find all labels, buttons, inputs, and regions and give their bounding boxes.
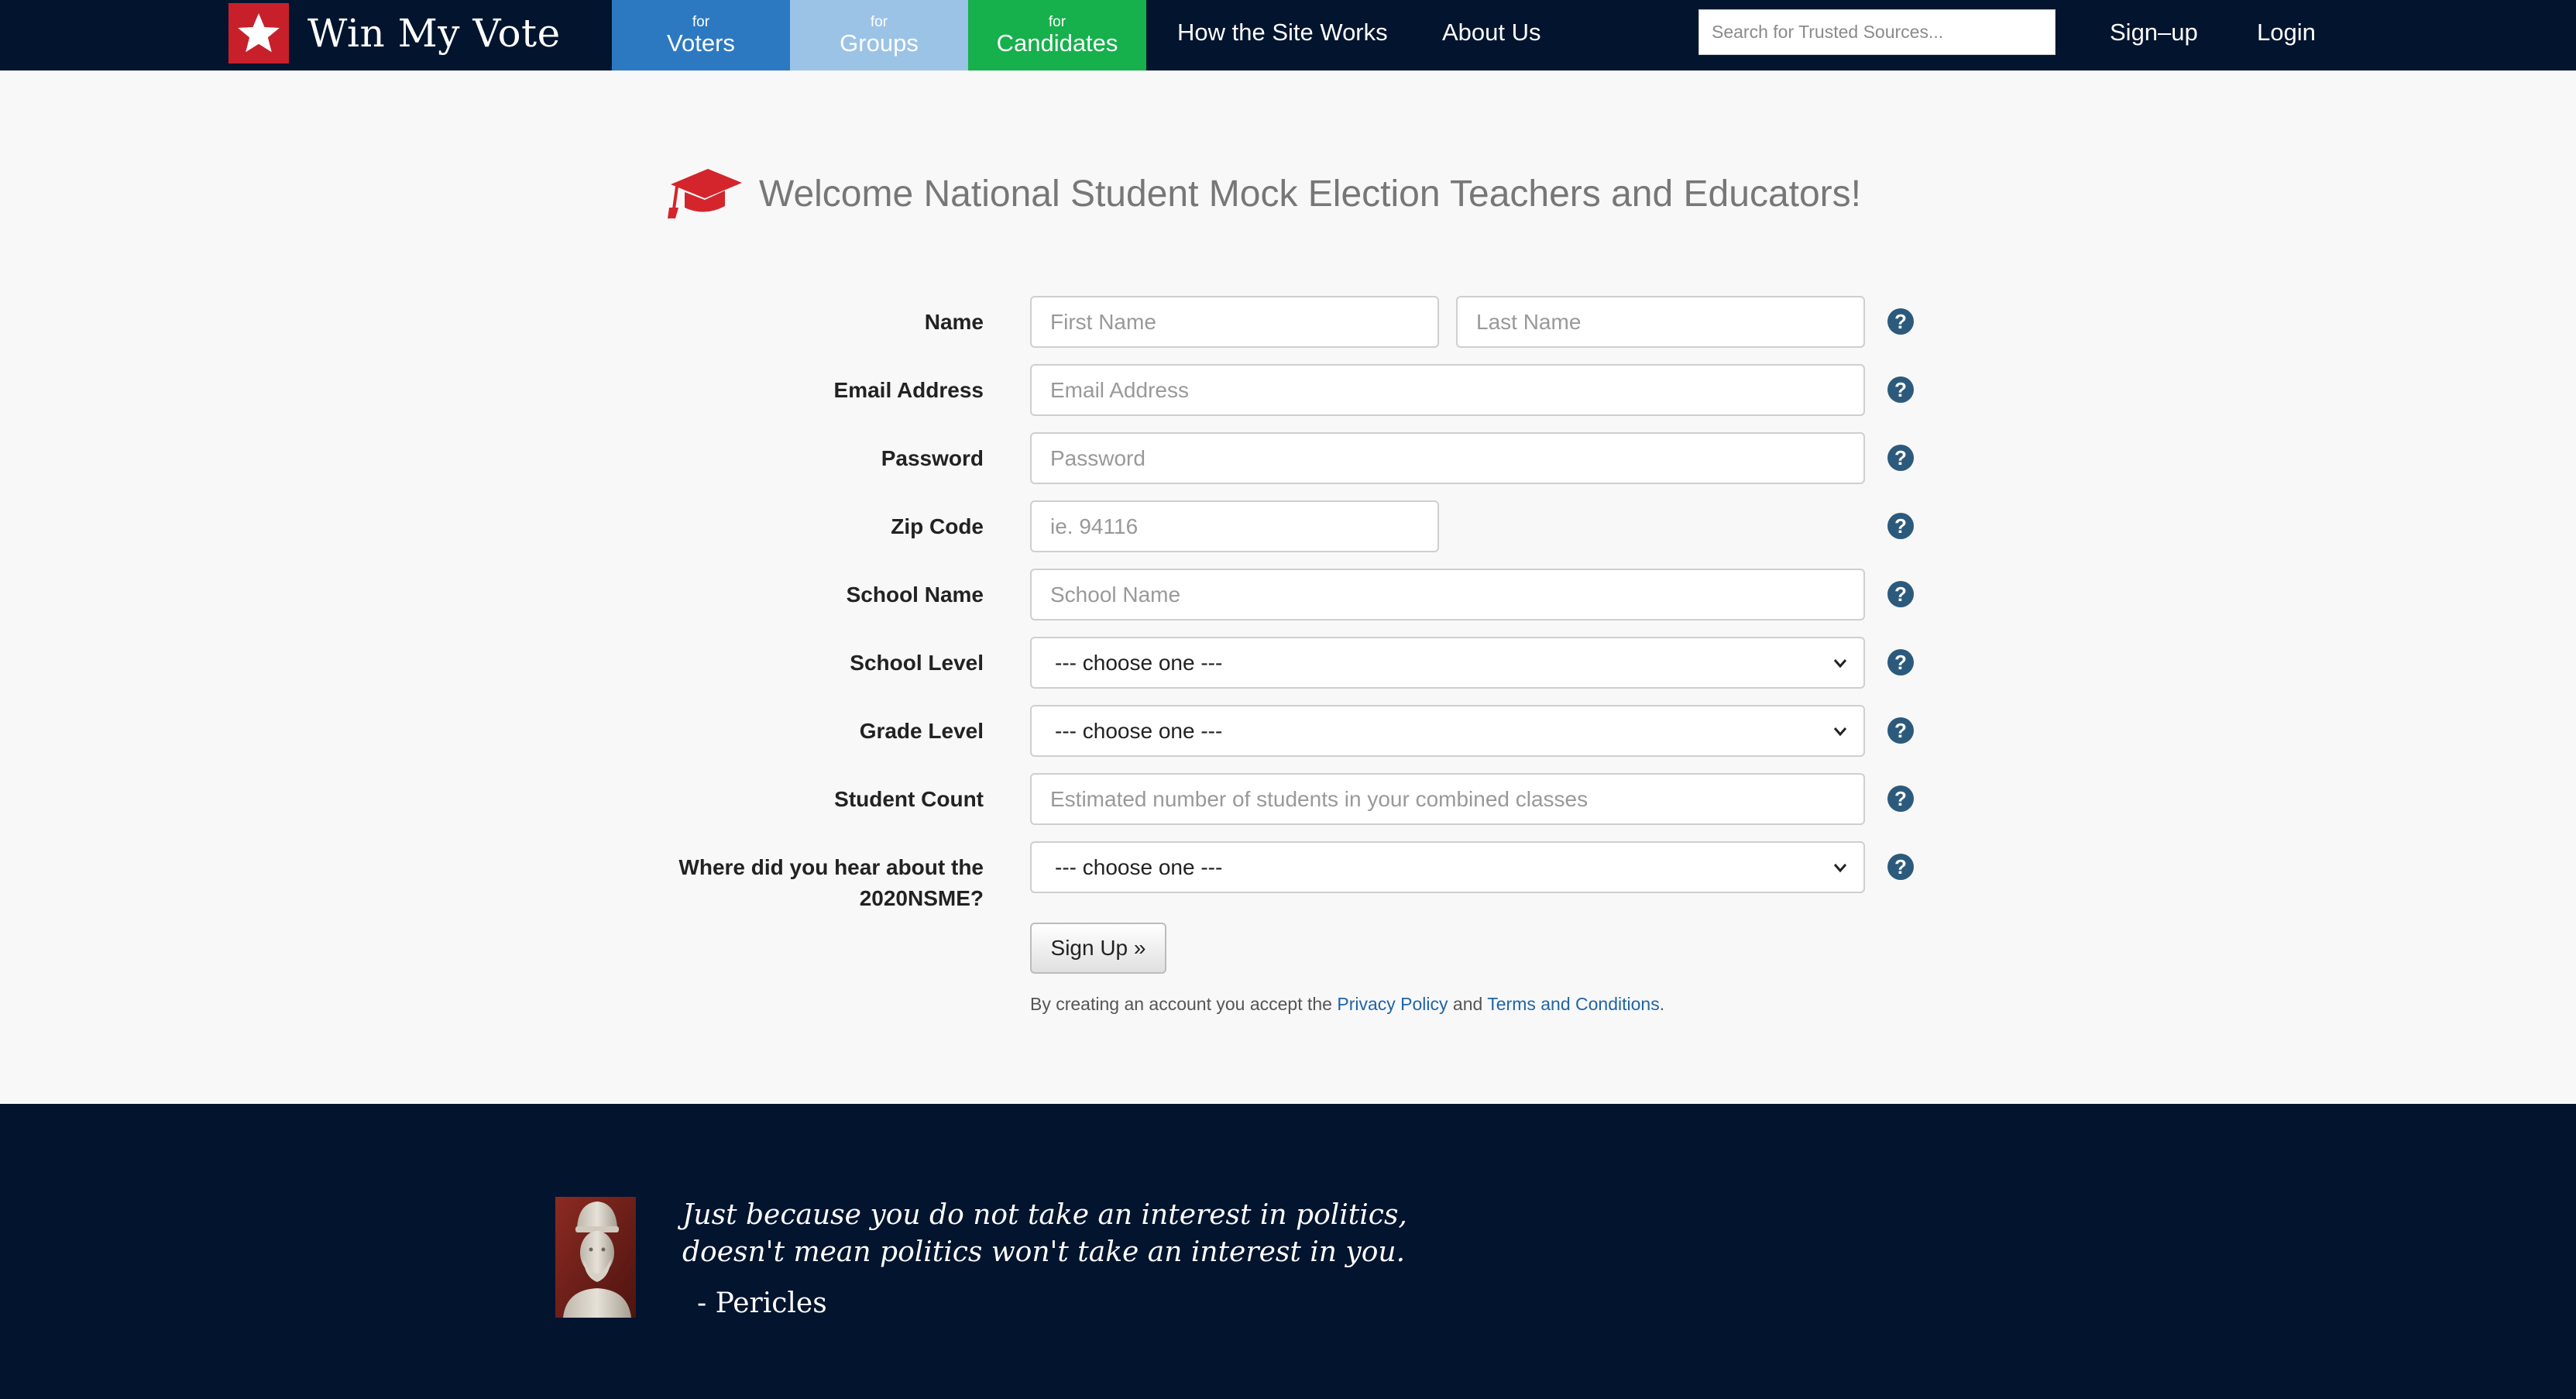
name-label: Name	[924, 310, 984, 334]
tab-voters[interactable]: for Voters	[612, 0, 790, 70]
page-heading: Welcome National Student Mock Election T…	[665, 163, 1861, 225]
grade-level-help-icon[interactable]: ?	[1887, 717, 1914, 744]
tab-candidates-prefix: for	[1048, 13, 1066, 30]
grade-level-select[interactable]: --- choose one ---	[1030, 705, 1865, 757]
hear-about-select[interactable]: --- choose one ---	[1030, 841, 1865, 893]
terms-notice-and: and	[1452, 994, 1483, 1014]
top-navbar: Win My Vote for Voters for Groups for Ca…	[0, 0, 2576, 70]
chevron-down-icon	[1833, 727, 1847, 737]
tab-voters-label: Voters	[667, 29, 735, 57]
graduation-cap-icon	[668, 169, 742, 218]
student-count-help-icon[interactable]: ?	[1887, 785, 1914, 812]
tab-candidates[interactable]: for Candidates	[968, 0, 1146, 70]
tab-groups-prefix: for	[870, 13, 888, 30]
hear-about-label-line1: Where did you hear about the	[678, 855, 984, 879]
terms-notice: By creating an account you accept the Pr…	[1030, 992, 1664, 1016]
nav-link-how-site-works[interactable]: How the Site Works	[1177, 0, 1388, 65]
sign-up-button[interactable]: Sign Up »	[1030, 923, 1166, 974]
chevron-down-icon	[1833, 659, 1847, 669]
first-name-input[interactable]	[1030, 296, 1439, 348]
school-name-help-icon[interactable]: ?	[1887, 581, 1914, 607]
school-level-help-icon[interactable]: ?	[1887, 649, 1914, 675]
terms-notice-prefix: By creating an account you accept the	[1030, 994, 1332, 1014]
hear-about-label-line2: 2020NSME?	[859, 886, 984, 910]
grade-level-label: Grade Level	[859, 719, 984, 743]
school-name-label: School Name	[846, 583, 984, 607]
school-level-label: School Level	[850, 651, 984, 675]
nav-link-about-us[interactable]: About Us	[1442, 0, 1541, 65]
email-input[interactable]	[1030, 364, 1865, 416]
hear-about-label: Where did you hear about the 2020NSME?	[678, 852, 984, 914]
email-label: Email Address	[833, 378, 984, 402]
email-help-icon[interactable]: ?	[1887, 376, 1914, 403]
tab-groups[interactable]: for Groups	[790, 0, 968, 70]
terms-and-conditions-link[interactable]: Terms and Conditions	[1487, 994, 1659, 1014]
school-name-input[interactable]	[1030, 569, 1865, 620]
brand-logo[interactable]: Win My Vote	[228, 3, 561, 64]
zip-label: Zip Code	[891, 514, 984, 538]
search-input[interactable]	[1698, 9, 2056, 55]
nav-link-signup[interactable]: Sign–up	[2110, 0, 2198, 65]
tab-voters-prefix: for	[692, 13, 710, 30]
zip-help-icon[interactable]: ?	[1887, 513, 1914, 539]
nav-link-login[interactable]: Login	[2257, 0, 2316, 65]
star-icon	[228, 3, 289, 64]
zip-input[interactable]	[1030, 500, 1439, 552]
student-count-label: Student Count	[834, 787, 984, 811]
student-count-input[interactable]	[1030, 773, 1865, 825]
name-help-icon[interactable]: ?	[1887, 308, 1914, 335]
terms-notice-suffix: .	[1659, 994, 1665, 1014]
page-title: Welcome National Student Mock Election T…	[759, 173, 1861, 215]
footer-quote: Just because you do not take an interest…	[682, 1197, 1407, 1271]
grade-level-value: --- choose one ---	[1055, 718, 1223, 743]
password-help-icon[interactable]: ?	[1887, 445, 1914, 471]
brand-name: Win My Vote	[307, 11, 561, 56]
password-label: Password	[881, 446, 984, 470]
password-input[interactable]	[1030, 432, 1865, 484]
quote-author: - Pericles	[697, 1287, 827, 1319]
school-level-select[interactable]: --- choose one ---	[1030, 637, 1865, 689]
pericles-bust-image	[555, 1197, 636, 1318]
chevron-down-icon	[1833, 864, 1847, 873]
tab-groups-label: Groups	[840, 29, 919, 57]
school-level-value: --- choose one ---	[1055, 650, 1223, 675]
quote-line-1: Just because you do not take an interest…	[682, 1199, 1407, 1231]
hear-about-value: --- choose one ---	[1055, 854, 1223, 879]
quote-line-2: doesn't mean politics won't take an inte…	[682, 1236, 1406, 1268]
tab-candidates-label: Candidates	[996, 29, 1118, 57]
last-name-input[interactable]	[1456, 296, 1865, 348]
privacy-policy-link[interactable]: Privacy Policy	[1337, 994, 1448, 1014]
hear-about-help-icon[interactable]: ?	[1887, 854, 1914, 880]
